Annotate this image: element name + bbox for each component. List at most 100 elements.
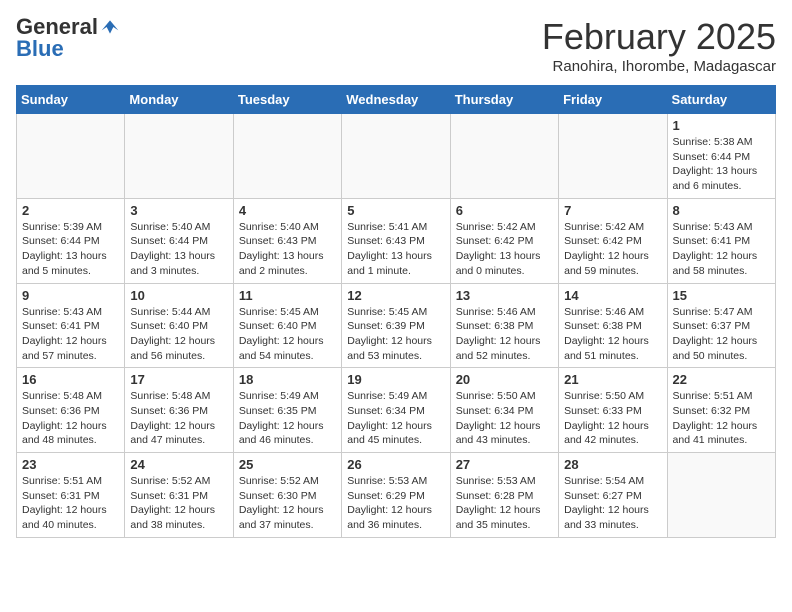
day-info: Sunrise: 5:49 AM Sunset: 6:34 PM Dayligh… (347, 389, 444, 448)
calendar-cell: 28 Sunrise: 5:54 AM Sunset: 6:27 PM Dayli… (559, 453, 667, 538)
calendar-cell: 5Sunrise: 5:41 AM Sunset: 6:43 PM Daylig… (342, 198, 450, 283)
day-info: Sunrise: 5:53 AM Sunset: 6:29 PM Dayligh… (347, 474, 444, 533)
calendar-cell: 25 Sunrise: 5:52 AM Sunset: 6:30 PM Dayli… (233, 453, 341, 538)
day-number: 16 (22, 372, 119, 387)
page-header: General Blue February 2025 Ranohira, Iho… (16, 16, 776, 75)
calendar-cell: 15 Sunrise: 5:47 AM Sunset: 6:37 PM Dayli… (667, 283, 775, 368)
day-number: 6 (456, 203, 553, 218)
month-title: February 2025 (542, 16, 776, 58)
logo: General Blue (16, 16, 120, 60)
day-info: Sunrise: 5:42 AM Sunset: 6:42 PM Dayligh… (456, 220, 553, 279)
day-number: 23 (22, 457, 119, 472)
day-info: Sunrise: 5:54 AM Sunset: 6:27 PM Dayligh… (564, 474, 661, 533)
calendar-week-4: 16 Sunrise: 5:48 AM Sunset: 6:36 PM Dayli… (17, 368, 776, 453)
weekday-header-row: SundayMondayTuesdayWednesdayThursdayFrid… (17, 86, 776, 114)
day-number: 3 (130, 203, 227, 218)
day-info: Sunrise: 5:52 AM Sunset: 6:31 PM Dayligh… (130, 474, 227, 533)
day-info: Sunrise: 5:38 AM Sunset: 6:44 PM Dayligh… (673, 135, 770, 194)
day-info: Sunrise: 5:42 AM Sunset: 6:42 PM Dayligh… (564, 220, 661, 279)
calendar-cell: 22Sunrise: 5:51 AM Sunset: 6:32 PM Dayli… (667, 368, 775, 453)
calendar-cell: 2 Sunrise: 5:39 AM Sunset: 6:44 PM Daylig… (17, 198, 125, 283)
day-number: 18 (239, 372, 336, 387)
day-number: 12 (347, 288, 444, 303)
calendar-cell: 19 Sunrise: 5:49 AM Sunset: 6:34 PM Dayli… (342, 368, 450, 453)
day-number: 25 (239, 457, 336, 472)
calendar-cell: 12 Sunrise: 5:45 AM Sunset: 6:39 PM Dayli… (342, 283, 450, 368)
day-info: Sunrise: 5:51 AM Sunset: 6:31 PM Dayligh… (22, 474, 119, 533)
day-info: Sunrise: 5:45 AM Sunset: 6:40 PM Dayligh… (239, 305, 336, 364)
day-info: Sunrise: 5:48 AM Sunset: 6:36 PM Dayligh… (130, 389, 227, 448)
day-info: Sunrise: 5:49 AM Sunset: 6:35 PM Dayligh… (239, 389, 336, 448)
title-block: February 2025 Ranohira, Ihorombe, Madaga… (542, 16, 776, 75)
calendar-cell: 20 Sunrise: 5:50 AM Sunset: 6:34 PM Dayli… (450, 368, 558, 453)
calendar-cell: 3 Sunrise: 5:40 AM Sunset: 6:44 PM Daylig… (125, 198, 233, 283)
weekday-header-tuesday: Tuesday (233, 86, 341, 114)
weekday-header-thursday: Thursday (450, 86, 558, 114)
day-number: 19 (347, 372, 444, 387)
day-info: Sunrise: 5:40 AM Sunset: 6:44 PM Dayligh… (130, 220, 227, 279)
day-number: 14 (564, 288, 661, 303)
calendar-cell (559, 114, 667, 199)
location-subtitle: Ranohira, Ihorombe, Madagascar (542, 58, 776, 75)
logo-bird-icon (100, 17, 120, 37)
calendar-cell: 24 Sunrise: 5:52 AM Sunset: 6:31 PM Dayli… (125, 453, 233, 538)
day-number: 11 (239, 288, 336, 303)
day-info: Sunrise: 5:43 AM Sunset: 6:41 PM Dayligh… (673, 220, 770, 279)
day-number: 27 (456, 457, 553, 472)
calendar-cell (17, 114, 125, 199)
calendar-cell (125, 114, 233, 199)
day-number: 15 (673, 288, 770, 303)
calendar-cell: 9Sunrise: 5:43 AM Sunset: 6:41 PM Daylig… (17, 283, 125, 368)
day-number: 2 (22, 203, 119, 218)
day-number: 1 (673, 118, 770, 133)
calendar-week-2: 2 Sunrise: 5:39 AM Sunset: 6:44 PM Daylig… (17, 198, 776, 283)
calendar-cell: 18 Sunrise: 5:49 AM Sunset: 6:35 PM Dayli… (233, 368, 341, 453)
weekday-header-monday: Monday (125, 86, 233, 114)
day-info: Sunrise: 5:50 AM Sunset: 6:33 PM Dayligh… (564, 389, 661, 448)
calendar-cell: 27 Sunrise: 5:53 AM Sunset: 6:28 PM Dayli… (450, 453, 558, 538)
calendar-cell (450, 114, 558, 199)
logo-general-text: General (16, 16, 98, 38)
day-info: Sunrise: 5:46 AM Sunset: 6:38 PM Dayligh… (564, 305, 661, 364)
calendar-cell (667, 453, 775, 538)
day-info: Sunrise: 5:48 AM Sunset: 6:36 PM Dayligh… (22, 389, 119, 448)
calendar-week-3: 9Sunrise: 5:43 AM Sunset: 6:41 PM Daylig… (17, 283, 776, 368)
day-number: 7 (564, 203, 661, 218)
day-number: 10 (130, 288, 227, 303)
day-number: 28 (564, 457, 661, 472)
day-number: 4 (239, 203, 336, 218)
calendar-cell: 8 Sunrise: 5:43 AM Sunset: 6:41 PM Daylig… (667, 198, 775, 283)
calendar-cell: 11 Sunrise: 5:45 AM Sunset: 6:40 PM Dayli… (233, 283, 341, 368)
calendar-cell: 26 Sunrise: 5:53 AM Sunset: 6:29 PM Dayli… (342, 453, 450, 538)
day-number: 5 (347, 203, 444, 218)
day-number: 8 (673, 203, 770, 218)
day-info: Sunrise: 5:52 AM Sunset: 6:30 PM Dayligh… (239, 474, 336, 533)
calendar-cell: 23 Sunrise: 5:51 AM Sunset: 6:31 PM Dayli… (17, 453, 125, 538)
calendar-cell: 4Sunrise: 5:40 AM Sunset: 6:43 PM Daylig… (233, 198, 341, 283)
day-number: 9 (22, 288, 119, 303)
day-number: 24 (130, 457, 227, 472)
day-info: Sunrise: 5:44 AM Sunset: 6:40 PM Dayligh… (130, 305, 227, 364)
day-info: Sunrise: 5:47 AM Sunset: 6:37 PM Dayligh… (673, 305, 770, 364)
logo-blue-text: Blue (16, 38, 120, 60)
calendar-cell (342, 114, 450, 199)
calendar-cell: 13Sunrise: 5:46 AM Sunset: 6:38 PM Dayli… (450, 283, 558, 368)
day-number: 22 (673, 372, 770, 387)
day-info: Sunrise: 5:53 AM Sunset: 6:28 PM Dayligh… (456, 474, 553, 533)
day-number: 26 (347, 457, 444, 472)
calendar-cell (233, 114, 341, 199)
day-number: 17 (130, 372, 227, 387)
calendar-cell: 10 Sunrise: 5:44 AM Sunset: 6:40 PM Dayli… (125, 283, 233, 368)
calendar-cell: 17 Sunrise: 5:48 AM Sunset: 6:36 PM Dayli… (125, 368, 233, 453)
day-info: Sunrise: 5:45 AM Sunset: 6:39 PM Dayligh… (347, 305, 444, 364)
calendar-cell: 1 Sunrise: 5:38 AM Sunset: 6:44 PM Daylig… (667, 114, 775, 199)
calendar-week-1: 1 Sunrise: 5:38 AM Sunset: 6:44 PM Daylig… (17, 114, 776, 199)
day-number: 13 (456, 288, 553, 303)
day-number: 20 (456, 372, 553, 387)
calendar-cell: 21Sunrise: 5:50 AM Sunset: 6:33 PM Dayli… (559, 368, 667, 453)
weekday-header-sunday: Sunday (17, 86, 125, 114)
weekday-header-saturday: Saturday (667, 86, 775, 114)
calendar-cell: 6 Sunrise: 5:42 AM Sunset: 6:42 PM Daylig… (450, 198, 558, 283)
day-info: Sunrise: 5:39 AM Sunset: 6:44 PM Dayligh… (22, 220, 119, 279)
day-info: Sunrise: 5:50 AM Sunset: 6:34 PM Dayligh… (456, 389, 553, 448)
